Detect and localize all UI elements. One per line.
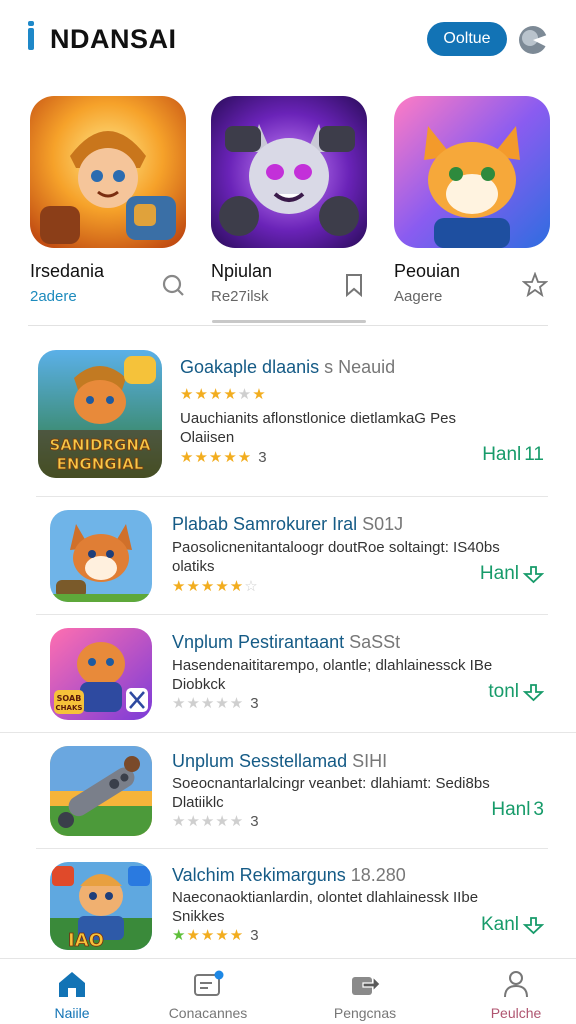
app-description: Hasendenaititarempo, olantle; dlahlaines…	[172, 657, 493, 693]
app-title[interactable]: Vnplum Pestirantaant SaSSt	[172, 632, 400, 653]
app-description: Soeocnantarlalcingr veanbet: dlahiamt: S…	[172, 775, 490, 811]
app-description: Paosolicnenitantaloogr doutRoe soltaingt…	[172, 539, 500, 575]
app-title-text: Vnplum Pestirantaant	[172, 632, 345, 652]
app-icon-caption: CHAKS	[56, 704, 83, 712]
app-title-extra: s Neauid	[324, 357, 396, 377]
nav-label: Conacannes	[168, 1005, 248, 1021]
featured-card[interactable]: Npiulan Re27ilsk	[211, 96, 367, 305]
featured-art-robot[interactable]	[211, 96, 367, 248]
nav-label: Naiile	[54, 1005, 90, 1021]
install-button[interactable]: Hanl 11	[482, 444, 544, 466]
app-title-text: Goakaple dlaanis	[180, 357, 320, 377]
rating-stars: ★★★★★ 3	[172, 813, 259, 830]
profile-avatar-icon[interactable]	[518, 25, 548, 55]
app-header: NDANSAI Ooltue	[0, 0, 576, 80]
app-icon-caption: SOAB	[57, 694, 82, 703]
nav-tab-home[interactable]: Naiile	[0, 959, 144, 1024]
app-title[interactable]: Goakaple dlaanis s Neauid	[180, 357, 395, 378]
install-suffix: 11	[524, 444, 544, 465]
install-button[interactable]: tonl	[488, 681, 544, 703]
divider	[36, 496, 548, 497]
app-description: Naeconaoktianlardin, olontet dlahlainess…	[172, 889, 479, 925]
search-icon[interactable]	[160, 272, 186, 298]
rating-stars: ★★★★★ 3	[172, 927, 259, 944]
nav-tab-share[interactable]: Pengcnas	[293, 959, 437, 1024]
app-icon[interactable]: SOAB CHAKS	[50, 628, 152, 720]
app-icon[interactable]	[50, 510, 152, 602]
install-button[interactable]: Hanl	[480, 563, 544, 585]
app-title[interactable]: Unplum Sesstellamad SIHI	[172, 751, 387, 772]
nav-label: Peulche	[490, 1005, 542, 1021]
rating-stars: ★★★★★ 3	[180, 449, 267, 466]
divider	[0, 732, 576, 733]
app-icon[interactable]: IAO	[50, 862, 152, 950]
rating-stars: ★★★★★ 3	[172, 695, 259, 712]
featured-title: Irsedania	[30, 261, 105, 281]
app-title-text: Unplum Sesstellamad	[172, 751, 348, 771]
app-icon[interactable]: SANIDRGNA ENGNGIAL	[38, 350, 162, 478]
app-title-extra: SaSSt	[349, 632, 401, 652]
share-icon	[352, 975, 381, 995]
install-label: Kanl	[480, 914, 519, 935]
app-title[interactable]: Plabab Samrokurer Iral S01J	[172, 514, 403, 535]
install-suffix: 3	[533, 799, 544, 820]
featured-title: Peouian	[394, 261, 461, 281]
app-icon[interactable]	[50, 746, 152, 836]
featured-art-hero[interactable]	[30, 96, 186, 248]
featured-subtitle: Re27ilsk	[211, 288, 269, 305]
app-title-extra: 18.280	[350, 865, 406, 885]
app-icon-caption: ENGNGIAL	[57, 455, 144, 473]
install-label: tonl	[488, 681, 519, 702]
online-button[interactable]: Ooltue	[427, 22, 507, 56]
download-icon	[522, 917, 544, 935]
app-title-extra: SIHI	[352, 751, 388, 771]
nav-tab-collections[interactable]: Conacannes	[136, 959, 280, 1024]
featured-subtitle: Aagere	[394, 288, 443, 305]
rating-stars: ★★★★★★	[180, 386, 267, 403]
featured-carousel: Irsedania 2adere Npiulan Re27ilsk Peouia…	[0, 96, 576, 336]
nav-tab-profile[interactable]: Peulche	[444, 959, 576, 1024]
home-icon	[59, 972, 85, 997]
app-icon-caption: SANIDRGNA	[49, 436, 150, 454]
app-description: Uauchianits aflonstlonice dietlamkaG Pes…	[180, 410, 456, 446]
install-label: Hanl	[479, 563, 519, 584]
download-icon	[522, 684, 544, 702]
divider	[36, 614, 548, 615]
install-label: Hanl	[482, 444, 522, 465]
person-icon	[504, 971, 528, 998]
carousel-indicator	[212, 320, 366, 323]
install-button[interactable]: Hanl 3	[491, 799, 544, 821]
divider	[36, 848, 548, 849]
app-title[interactable]: Valchim Rekimarguns 18.280	[172, 865, 406, 886]
divider	[28, 325, 548, 326]
featured-art-fox[interactable]	[394, 96, 550, 248]
install-button[interactable]: Kanl	[481, 914, 544, 936]
app-title-text: Valchim Rekimarguns	[172, 865, 346, 885]
star-icon[interactable]	[522, 272, 548, 298]
bookmark-icon[interactable]	[341, 272, 367, 298]
rating-stars: ★★★★★☆	[172, 578, 259, 595]
featured-card[interactable]: Irsedania 2adere	[30, 96, 186, 305]
app-icon-caption: IAO	[68, 930, 104, 950]
featured-subtitle: 2adere	[30, 288, 77, 305]
bottom-nav: Naiile Conacannes Pengcnas Peulche	[0, 958, 576, 1024]
download-icon	[522, 566, 544, 584]
brand-logo-mark	[28, 21, 34, 50]
app-title: NDANSAI	[50, 24, 177, 54]
card-icon	[194, 970, 224, 996]
install-label: Hanl	[491, 799, 531, 820]
app-title-extra: S01J	[362, 514, 404, 534]
app-title-text: Plabab Samrokurer Iral	[172, 514, 358, 534]
featured-card[interactable]: Peouian Aagere	[394, 96, 550, 305]
featured-title: Npiulan	[211, 261, 273, 281]
nav-label: Pengcnas	[333, 1005, 397, 1021]
